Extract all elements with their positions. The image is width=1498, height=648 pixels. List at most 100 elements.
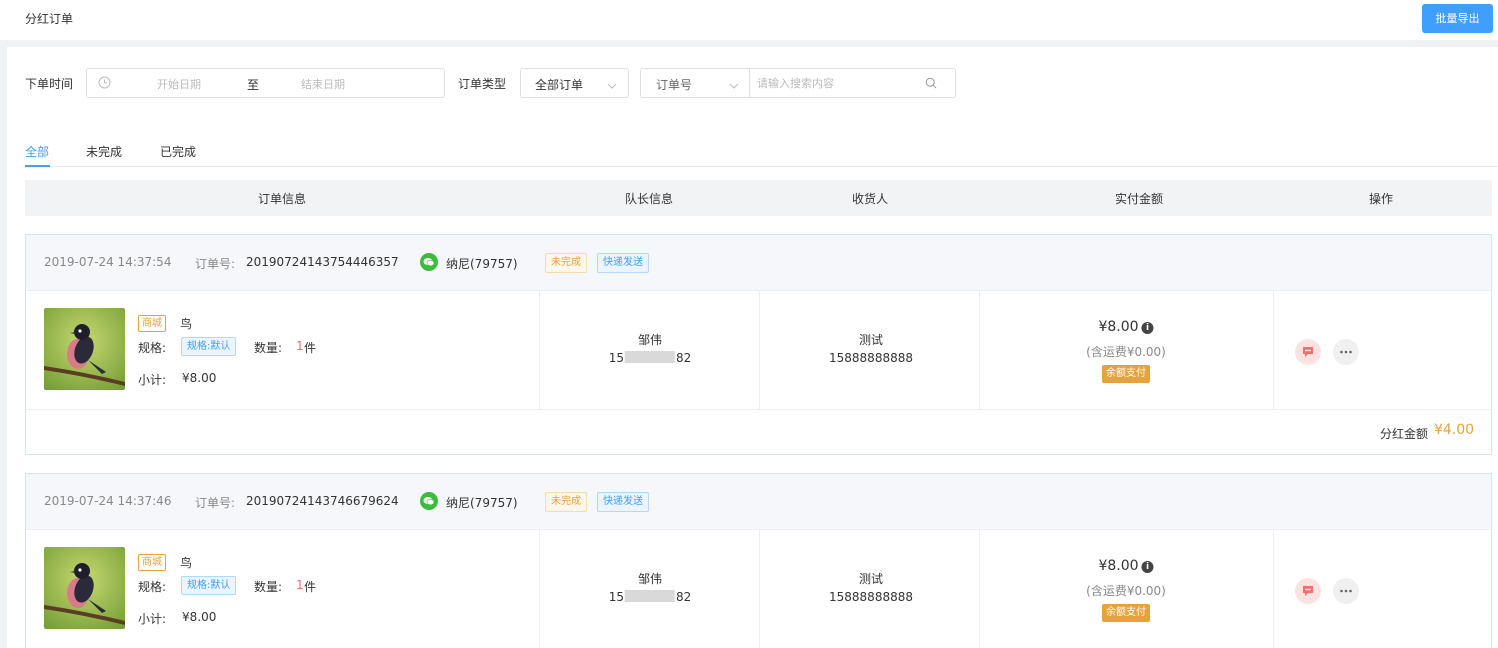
leader-phone: 15 82 xyxy=(608,590,692,604)
chevron-down-icon xyxy=(729,79,739,93)
tab-all[interactable]: 全部 xyxy=(25,143,49,160)
order-footer: 分红金额 ¥4.00 xyxy=(26,409,1491,454)
more-icon xyxy=(1340,350,1352,354)
more-button[interactable] xyxy=(1333,578,1359,604)
spec-tag: 规格:默认 xyxy=(181,576,237,595)
start-date-input[interactable]: 开始日期 xyxy=(157,76,201,92)
subtotal-value: ¥8.00 xyxy=(182,610,217,624)
order-time: 2019-07-24 14:37:54 xyxy=(44,255,172,269)
quantity-value: 1 xyxy=(296,339,304,353)
receiver-phone: 15888888888 xyxy=(829,351,913,365)
dividend-value: ¥4.00 xyxy=(1434,422,1475,438)
info-icon[interactable]: i xyxy=(1141,561,1154,573)
paid-amount-value: ¥8.00 xyxy=(1098,558,1139,574)
buyer-name: 纳尼(79757) xyxy=(446,496,518,510)
message-button[interactable] xyxy=(1295,339,1321,365)
buyer-name: 纳尼(79757) xyxy=(446,257,518,271)
order-card: 2019-07-24 14:37:46 订单号: 201907241437466… xyxy=(25,473,1492,648)
product-name: 鸟 xyxy=(180,317,193,331)
leader-phone-suffix: 82 xyxy=(676,351,692,365)
tab-incomplete[interactable]: 未完成 xyxy=(86,143,122,160)
paid-amount: ¥8.00 i xyxy=(1098,558,1154,574)
quantity-label: 数量: xyxy=(254,341,283,355)
column-divider xyxy=(759,530,760,648)
status-badge: 未完成 xyxy=(545,253,587,273)
payment-method-badge: 余额支付 xyxy=(1102,604,1150,622)
more-button[interactable] xyxy=(1333,339,1359,365)
leader-phone-prefix: 15 xyxy=(608,590,624,604)
leader-phone-suffix: 82 xyxy=(676,590,692,604)
top-bar: 分红订单 批量导出 xyxy=(0,0,1498,40)
order-body: 商城 鸟 规格: 规格:默认 数量: 1 件 小计: ¥8.00 邹伟 15 82… xyxy=(26,291,1491,409)
page-title: 分红订单 xyxy=(25,12,74,26)
order-no-label: 订单号: xyxy=(195,257,236,271)
source-tag: 商城 xyxy=(138,315,166,332)
order-number: 20190724143746679624 xyxy=(246,494,399,508)
product-thumbnail[interactable] xyxy=(44,547,125,629)
main-panel: 下单时间 开始日期 至 结束日期 订单类型 全部订单 订单号 全部 未完成 已完… xyxy=(7,47,1498,648)
tab-completed[interactable]: 已完成 xyxy=(160,143,196,160)
date-range-picker[interactable]: 开始日期 至 结束日期 xyxy=(86,68,445,98)
wechat-icon xyxy=(420,253,438,274)
column-divider xyxy=(979,291,980,409)
column-divider xyxy=(1273,530,1274,648)
quantity-unit: 件 xyxy=(304,341,317,355)
order-type-select[interactable]: 全部订单 xyxy=(520,68,629,98)
column-divider xyxy=(539,291,540,409)
leader-phone: 15 82 xyxy=(609,351,692,365)
search-icon[interactable] xyxy=(925,77,937,92)
receiver-phone: 15888888888 xyxy=(829,590,913,604)
column-divider xyxy=(759,291,760,409)
masked-digits xyxy=(625,590,675,602)
more-icon xyxy=(1340,589,1352,593)
search-field-select[interactable]: 订单号 xyxy=(656,76,692,93)
batch-export-button[interactable]: 批量导出 xyxy=(1422,4,1493,33)
quantity-unit: 件 xyxy=(304,580,317,594)
subtotal-value: ¥8.00 xyxy=(182,371,217,385)
leader-name: 邹伟 xyxy=(637,572,663,586)
payment-method-badge: 余额支付 xyxy=(1102,365,1150,383)
dividend-label: 分红金额 xyxy=(1380,427,1429,441)
quantity-label: 数量: xyxy=(254,580,283,594)
chevron-down-icon xyxy=(607,79,617,93)
leader-name: 邹伟 xyxy=(637,333,663,347)
freight-note: (含运费¥0.00) xyxy=(1086,345,1166,359)
delivery-badge: 快递发送 xyxy=(597,253,649,273)
info-icon[interactable]: i xyxy=(1141,322,1154,334)
active-tab-indicator xyxy=(25,165,50,167)
column-header: 收货人 xyxy=(851,192,889,206)
order-no-label: 订单号: xyxy=(195,496,236,510)
order-type-value: 全部订单 xyxy=(535,78,584,92)
quantity-value: 1 xyxy=(296,578,304,592)
column-divider xyxy=(1273,291,1274,409)
message-icon xyxy=(1303,347,1313,357)
message-icon xyxy=(1303,586,1313,596)
wechat-icon xyxy=(420,492,438,513)
search-input[interactable] xyxy=(755,72,915,94)
end-date-input[interactable]: 结束日期 xyxy=(301,76,345,92)
receiver-name: 测试 xyxy=(858,333,884,347)
source-tag: 商城 xyxy=(138,554,166,571)
subtotal-label: 小计: xyxy=(138,373,167,387)
spec-tag: 规格:默认 xyxy=(181,337,237,356)
order-type-label: 订单类型 xyxy=(458,77,507,91)
delivery-badge: 快递发送 xyxy=(597,492,649,512)
order-number: 20190724143754446357 xyxy=(246,255,399,269)
message-button[interactable] xyxy=(1295,578,1321,604)
receiver-name: 测试 xyxy=(858,572,884,586)
column-header: 队长信息 xyxy=(624,192,674,206)
freight-note: (含运费¥0.00) xyxy=(1086,584,1166,598)
column-divider xyxy=(539,530,540,648)
search-group: 订单号 xyxy=(640,68,956,98)
tab-divider xyxy=(25,166,1498,167)
spec-label: 规格: xyxy=(138,580,167,594)
column-header: 订单信息 xyxy=(257,192,307,206)
product-thumbnail[interactable] xyxy=(44,308,125,390)
order-header: 2019-07-24 14:37:54 订单号: 201907241437544… xyxy=(26,235,1491,291)
clock-icon xyxy=(98,76,111,92)
subtotal-label: 小计: xyxy=(138,612,167,626)
column-divider xyxy=(979,530,980,648)
spec-label: 规格: xyxy=(138,341,167,355)
order-time: 2019-07-24 14:37:46 xyxy=(44,494,172,508)
paid-amount: ¥8.00 i xyxy=(1098,319,1154,335)
